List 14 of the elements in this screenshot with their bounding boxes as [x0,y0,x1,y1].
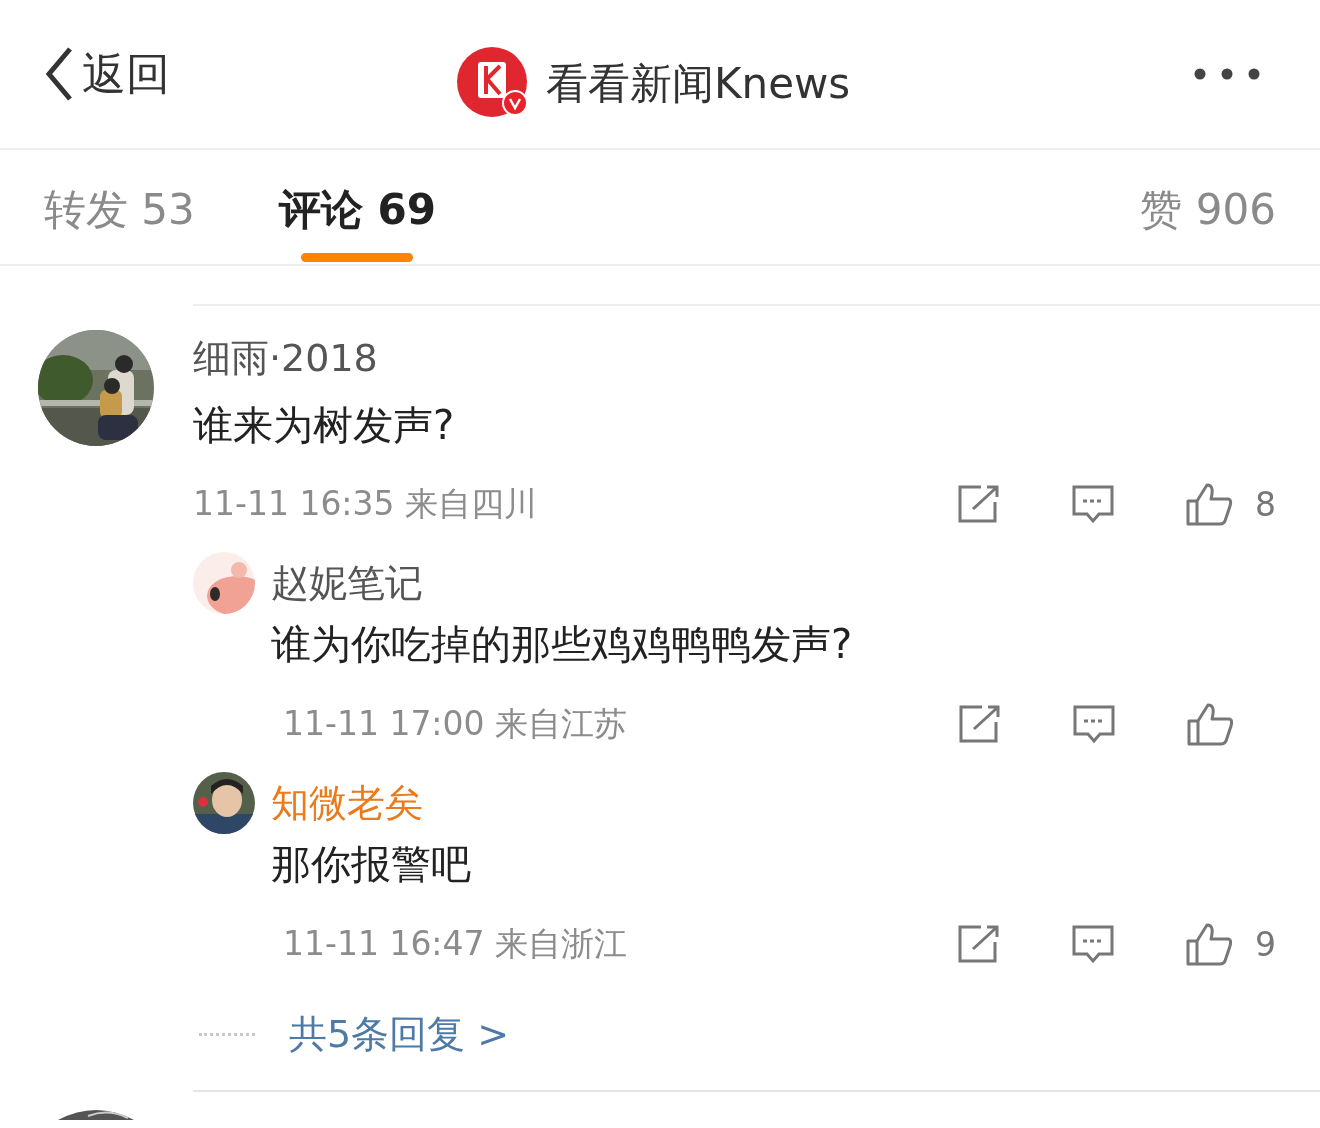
back-button[interactable]: 返回 [44,44,170,104]
account-name: 看看新闻Knews [546,58,851,110]
username[interactable]: 细雨·2018 [193,330,1276,386]
like-count: 8 [1255,484,1276,524]
tab[interactable]: 评论 69 [278,176,436,264]
like-count: 9 [1255,924,1276,964]
reply-meta: 11-11 17:00 来自江苏 [283,702,627,745]
reply-text: 谁为你吃掉的那些鸡鸡鸭鸭发声? [271,620,854,669]
reply-text: 那你报警吧 [271,840,472,889]
more-replies-link[interactable]: 共5条回复 > [289,1008,510,1060]
reply-meta: 11-11 16:47 来自浙江 [283,922,627,965]
comment-text: 谁来为树发声? [193,401,456,450]
username[interactable]: 赵妮笔记 [271,557,423,609]
comment-meta: 11-11 16:35 来自四川 [193,482,537,525]
